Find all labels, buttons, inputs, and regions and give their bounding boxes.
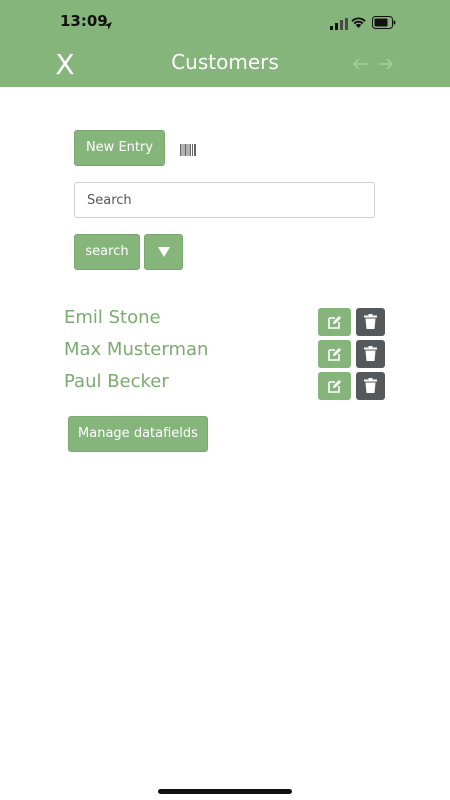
customer-name[interactable]: Emil Stone [64, 307, 161, 328]
edit-button[interactable] [318, 340, 351, 368]
cell-signal-icon [330, 15, 348, 34]
caret-down-icon [158, 247, 170, 257]
list-item: Max Musterman [0, 338, 450, 370]
app-screen: 13:09 X Customers New Entry Search searc… [0, 0, 450, 800]
customer-name[interactable]: Paul Becker [64, 371, 169, 392]
search-input[interactable] [74, 182, 375, 218]
wifi-icon [350, 14, 367, 33]
list-item: Paul Becker [0, 370, 450, 402]
home-indicator[interactable] [158, 789, 292, 794]
trash-icon [364, 378, 377, 393]
nav-header: X Customers [0, 44, 450, 87]
barcode-icon[interactable] [180, 141, 196, 160]
edit-button[interactable] [318, 308, 351, 336]
status-bar: 13:09 [0, 0, 450, 44]
delete-button[interactable] [356, 308, 385, 336]
delete-button[interactable] [356, 340, 385, 368]
delete-button[interactable] [356, 372, 385, 400]
edit-icon [328, 348, 341, 361]
page-title: Customers [171, 50, 279, 74]
edit-icon [328, 380, 341, 393]
new-entry-button[interactable]: New Entry [74, 130, 165, 166]
dropdown-button[interactable] [144, 234, 183, 270]
battery-icon [372, 14, 396, 33]
location-arrow-icon [103, 16, 113, 35]
header-bar: 13:09 X Customers [0, 0, 450, 87]
edit-icon [328, 316, 341, 329]
arrow-right-icon[interactable] [378, 56, 394, 75]
manage-datafields-button[interactable]: Manage datafields [68, 416, 208, 452]
status-time: 13:09 [60, 12, 108, 30]
trash-icon [364, 346, 377, 361]
arrow-left-icon[interactable] [352, 56, 368, 75]
list-item: Emil Stone [0, 306, 450, 338]
edit-button[interactable] [318, 372, 351, 400]
search-button[interactable]: search [74, 234, 140, 270]
customer-name[interactable]: Max Musterman [64, 339, 208, 360]
trash-icon [364, 314, 377, 329]
close-button[interactable]: X [50, 48, 80, 82]
